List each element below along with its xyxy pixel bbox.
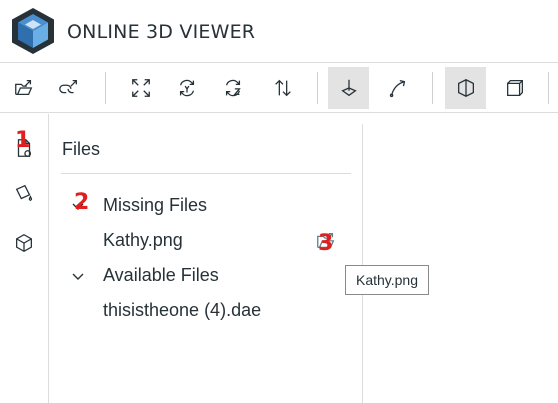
left-navigation bbox=[0, 114, 49, 403]
nav-materials-button[interactable] bbox=[8, 177, 40, 209]
toolbar-separator bbox=[317, 72, 318, 104]
panel-title: Files bbox=[62, 139, 101, 159]
free-orbit-button[interactable] bbox=[377, 67, 418, 109]
missing-files-group[interactable]: Missing Files bbox=[103, 195, 207, 216]
annotation-marker-2: 2 bbox=[74, 190, 90, 215]
available-file-item[interactable]: thisistheone (4).dae bbox=[103, 300, 261, 321]
fit-to-window-button[interactable] bbox=[120, 67, 161, 109]
toolbar bbox=[0, 62, 558, 113]
materials-icon bbox=[15, 184, 33, 202]
orthographic-icon bbox=[506, 80, 523, 96]
annotation-marker-1: 1 bbox=[15, 128, 31, 153]
open-file-button[interactable] bbox=[3, 67, 44, 109]
available-files-group[interactable]: Available Files bbox=[103, 265, 219, 286]
fixed-up-vector-button[interactable] bbox=[328, 67, 369, 109]
rotate-y-icon bbox=[179, 79, 194, 97]
folder-open-icon bbox=[14, 80, 32, 96]
toolbar-separator bbox=[548, 72, 549, 104]
link-icon bbox=[58, 80, 77, 94]
3d-viewport[interactable] bbox=[363, 114, 558, 403]
perspective-camera-button[interactable] bbox=[445, 67, 486, 109]
set-up-z-button[interactable] bbox=[212, 67, 253, 109]
set-up-y-button[interactable] bbox=[166, 67, 207, 109]
orthographic-camera-button[interactable] bbox=[494, 67, 535, 109]
perspective-icon bbox=[457, 79, 474, 97]
fixed-up-icon bbox=[340, 79, 357, 97]
flip-up-button[interactable] bbox=[262, 67, 303, 109]
toolbar-separator bbox=[432, 72, 433, 104]
nav-meshes-button[interactable] bbox=[8, 227, 40, 259]
app-title: ONLINE 3D VIEWER bbox=[67, 21, 256, 43]
chevron-down-icon[interactable] bbox=[71, 270, 85, 284]
annotation-marker-3: 3 bbox=[318, 231, 334, 256]
rotate-z-icon bbox=[225, 79, 241, 97]
toolbar-separator bbox=[105, 72, 106, 104]
meshes-icon bbox=[16, 234, 32, 252]
app-header: ONLINE 3D VIEWER bbox=[0, 0, 558, 62]
fit-window-icon bbox=[131, 79, 150, 97]
free-orbit-icon bbox=[389, 80, 405, 98]
panel-divider bbox=[61, 173, 351, 174]
file-tooltip: Kathy.png bbox=[345, 265, 430, 295]
cube-logo-icon bbox=[12, 8, 54, 54]
open-url-button[interactable] bbox=[48, 67, 89, 109]
flip-icon bbox=[274, 79, 291, 97]
files-panel: Files Missing Files Kathy.png Available … bbox=[49, 114, 362, 403]
missing-file-item[interactable]: Kathy.png bbox=[103, 230, 183, 251]
